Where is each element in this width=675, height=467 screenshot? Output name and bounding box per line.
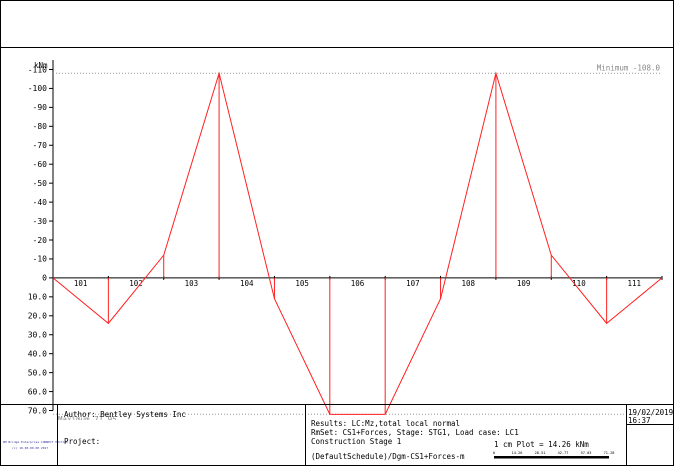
y-tick-label: -100 [28, 84, 47, 93]
results-line-2: RmSet: CS1+Forces, Stage: STG1, Load cas… [311, 428, 519, 437]
y-tick-label: 40.0 [28, 349, 47, 358]
project-label: Project: [64, 437, 101, 446]
scale-bar: 0 14.26 28.51 42.77 57.03 71.28 [493, 451, 615, 459]
y-tick-label: -110 [28, 65, 47, 74]
results-line-3: Construction Stage 1 [311, 437, 402, 446]
scale-tick-2: 28.51 [535, 451, 546, 455]
segment-label: 101 [74, 279, 88, 288]
scale-tick-0: 0 [493, 451, 495, 455]
y-tick-label: 0 [42, 274, 47, 283]
segment-label: 104 [240, 279, 254, 288]
footer-top-border [0, 404, 674, 405]
header-divider [0, 47, 674, 48]
segment-label: 107 [406, 279, 420, 288]
logo-text-1: RM Bridge Enterprise CONNECT Edition [3, 440, 69, 444]
y-tick-label: 50.0 [28, 368, 47, 377]
segment-label: 105 [295, 279, 309, 288]
y-tick-label: -90 [33, 103, 48, 112]
y-tick-label: -30 [33, 217, 48, 226]
results-line-1: Results: LC:Mz,total local normal [311, 419, 461, 428]
y-tick-label: -70 [33, 141, 48, 150]
y-tick-label: -60 [33, 160, 48, 169]
scale-text: 1 cm Plot = 14.26 kNm [494, 440, 589, 449]
logo-text-2: (c) 10.00.00.00 2017 [12, 446, 49, 450]
footer-divider-1 [57, 404, 58, 466]
footer-divider-2 [305, 404, 306, 466]
y-tick-label: 30.0 [28, 331, 47, 340]
minimum-label: Minimum -108.0 [597, 63, 661, 72]
y-tick-label: -10 [33, 255, 48, 264]
scale-tick-5: 71.28 [604, 451, 615, 455]
segment-label: 108 [461, 279, 475, 288]
results-line-4: (DefaultSchedule)/Dgm-CS1+Forces-m [311, 452, 465, 461]
y-tick-label: -40 [33, 198, 48, 207]
author-text: Author: Bentley Systems Inc [64, 410, 186, 419]
moment-diagram: kNm-110-100-90-80-70-60-50-40-30-20-1001… [28, 60, 663, 420]
segment-label: 111 [628, 279, 642, 288]
y-tick-label: -20 [33, 236, 48, 245]
time-text: 16:37 [628, 416, 651, 425]
scale-tick-1: 14.26 [512, 451, 523, 455]
segment-label: 106 [351, 279, 365, 288]
scale-tick-4: 57.03 [581, 451, 592, 455]
segment-label: 109 [517, 279, 531, 288]
y-tick-label: 10.0 [28, 293, 47, 302]
y-tick-label: -80 [33, 122, 48, 131]
moment-curve [52, 71, 663, 415]
footer-divider-3 [626, 404, 627, 466]
y-tick-label: -50 [33, 179, 48, 188]
y-tick-label: 20.0 [28, 312, 47, 321]
segment-label: 103 [185, 279, 199, 288]
y-tick-label: 60.0 [28, 387, 47, 396]
scale-tick-3: 42.77 [558, 451, 569, 455]
scale-bar-rule [494, 456, 609, 459]
y-tick-label: 70.0 [28, 406, 47, 415]
